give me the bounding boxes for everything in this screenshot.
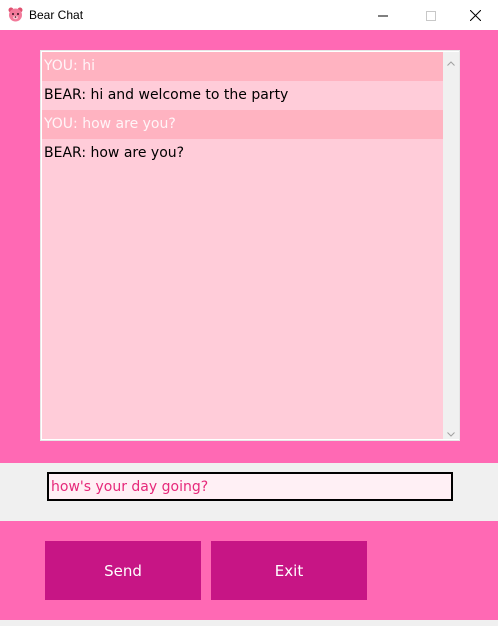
- send-button[interactable]: Send: [45, 541, 201, 600]
- minimize-button[interactable]: [360, 0, 406, 30]
- bear-chat-window: Bear Chat YOU: hi BEAR: hi and welcome t…: [0, 0, 498, 626]
- message-row[interactable]: YOU: hi: [42, 52, 443, 81]
- scroll-down-button[interactable]: [443, 423, 459, 439]
- minimize-icon: [378, 6, 388, 25]
- button-area: Send Exit: [0, 521, 498, 620]
- chevron-up-icon: [447, 51, 455, 70]
- maximize-button[interactable]: [408, 0, 454, 30]
- message-row[interactable]: YOU: how are you?: [42, 110, 443, 139]
- chevron-down-icon: [447, 422, 455, 441]
- input-row: [0, 463, 498, 521]
- exit-button[interactable]: Exit: [211, 541, 367, 600]
- message-list[interactable]: YOU: hi BEAR: hi and welcome to the part…: [42, 52, 443, 439]
- scroll-up-button[interactable]: [443, 52, 459, 68]
- window-title: Bear Chat: [29, 8, 84, 22]
- message-input[interactable]: [47, 472, 453, 501]
- chat-area: YOU: hi BEAR: hi and welcome to the part…: [0, 30, 498, 463]
- bear-face-icon: [8, 7, 23, 22]
- close-button[interactable]: [452, 0, 498, 30]
- vertical-scrollbar[interactable]: [443, 52, 459, 439]
- title-bar[interactable]: Bear Chat: [0, 0, 498, 30]
- close-icon: [469, 6, 481, 25]
- message-row[interactable]: BEAR: how are you?: [42, 139, 443, 168]
- chat-history[interactable]: YOU: hi BEAR: hi and welcome to the part…: [40, 50, 460, 441]
- maximize-icon: [426, 6, 436, 25]
- message-row[interactable]: BEAR: hi and welcome to the party: [42, 81, 443, 110]
